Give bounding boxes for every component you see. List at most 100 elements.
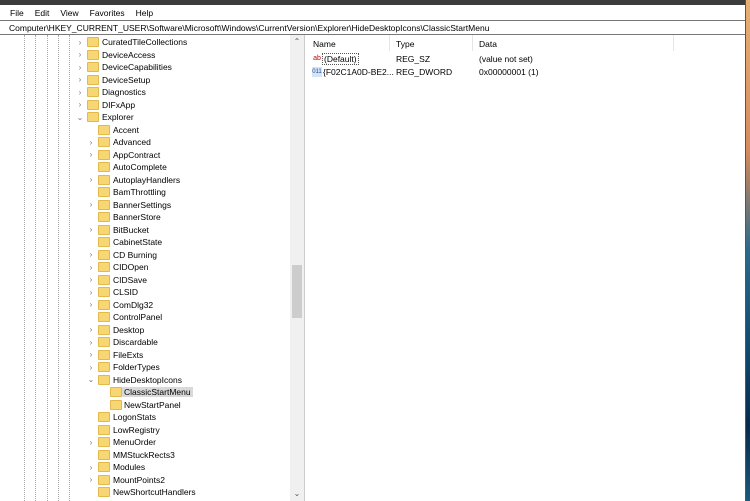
- chevron-right-icon[interactable]: ›: [76, 63, 84, 72]
- tree-item[interactable]: MMStuckRects3: [0, 449, 288, 462]
- chevron-down-icon[interactable]: ⌄: [76, 113, 84, 122]
- chevron-right-icon[interactable]: ›: [76, 38, 84, 47]
- tree-item[interactable]: › DIFxApp: [0, 99, 288, 112]
- tree-item[interactable]: AutoComplete: [0, 161, 288, 174]
- chevron-right-icon[interactable]: ›: [76, 75, 84, 84]
- tree-item-label: FileExts: [113, 349, 144, 360]
- tree-item[interactable]: › MenuOrder: [0, 436, 288, 449]
- tree-item[interactable]: › FileExts: [0, 349, 288, 362]
- value-row[interactable]: ab (Default) REG_SZ (value not set): [307, 53, 745, 66]
- tree-item-label: CuratedTileCollections: [102, 37, 188, 48]
- tree-item[interactable]: › FolderTypes: [0, 361, 288, 374]
- tree-item[interactable]: › CD Burning: [0, 249, 288, 262]
- tree-item[interactable]: BamThrottling: [0, 186, 288, 199]
- chevron-right-icon[interactable]: ›: [76, 50, 84, 59]
- tree-item[interactable]: LogonStats: [0, 411, 288, 424]
- folder-icon: [98, 324, 110, 335]
- chevron-right-icon[interactable]: ›: [87, 463, 95, 472]
- tree-item[interactable]: ControlPanel: [0, 311, 288, 324]
- registry-tree: › CuratedTileCollections › DeviceAccess › Dev…: [0, 35, 305, 501]
- tree-item[interactable]: › AutoplayHandlers: [0, 174, 288, 187]
- chevron-right-icon[interactable]: ›: [87, 300, 95, 309]
- column-header-data[interactable]: Data: [473, 35, 674, 51]
- scroll-up-button[interactable]: ⌃: [290, 37, 304, 49]
- chevron-right-icon[interactable]: ›: [87, 250, 95, 259]
- tree-item[interactable]: › MountPoints2: [0, 474, 288, 487]
- tree-item-label: ComDlg32: [113, 299, 154, 310]
- tree-item[interactable]: ClassicStartMenu: [0, 386, 288, 399]
- folder-icon: [98, 124, 110, 135]
- menu-bar: File Edit View Favorites Help: [0, 5, 745, 20]
- chevron-right-icon[interactable]: ›: [87, 200, 95, 209]
- folder-icon: [98, 462, 110, 473]
- folder-icon: [110, 399, 122, 410]
- chevron-right-icon[interactable]: ›: [87, 263, 95, 272]
- tree-item[interactable]: › CuratedTileCollections: [0, 36, 288, 49]
- tree-item[interactable]: BannerStore: [0, 211, 288, 224]
- menu-favorites[interactable]: Favorites: [90, 8, 125, 18]
- address-bar[interactable]: Computer\HKEY_CURRENT_USER\Software\Micr…: [0, 20, 745, 35]
- tree-item[interactable]: NewStartPanel: [0, 399, 288, 412]
- tree-item[interactable]: › CIDOpen: [0, 261, 288, 274]
- tree-item[interactable]: › DeviceSetup: [0, 74, 288, 87]
- folder-icon: [98, 299, 110, 310]
- chevron-right-icon[interactable]: ›: [76, 100, 84, 109]
- tree-item[interactable]: › Desktop: [0, 324, 288, 337]
- tree-item-label: AutoComplete: [113, 162, 167, 173]
- tree-item[interactable]: ⌄ Explorer: [0, 111, 288, 124]
- menu-view[interactable]: View: [60, 8, 78, 18]
- scroll-down-button[interactable]: ⌄: [290, 489, 304, 501]
- chevron-down-icon[interactable]: ⌄: [87, 375, 95, 384]
- folder-icon: [98, 187, 110, 198]
- tree-item[interactable]: Accent: [0, 124, 288, 137]
- tree-item[interactable]: › Modules: [0, 461, 288, 474]
- tree-item[interactable]: › ComDlg32: [0, 299, 288, 312]
- chevron-right-icon[interactable]: ›: [87, 325, 95, 334]
- tree-item[interactable]: › AppContract: [0, 149, 288, 162]
- chevron-right-icon[interactable]: ›: [87, 288, 95, 297]
- folder-icon: [87, 62, 99, 73]
- tree-item[interactable]: › BitBucket: [0, 224, 288, 237]
- chevron-right-icon[interactable]: ›: [87, 350, 95, 359]
- tree-item-label: AutoplayHandlers: [113, 174, 181, 185]
- string-value-icon: ab: [313, 55, 321, 62]
- folder-icon: [87, 87, 99, 98]
- folder-icon: [98, 174, 110, 185]
- chevron-right-icon[interactable]: ›: [87, 275, 95, 284]
- chevron-right-icon[interactable]: ›: [76, 88, 84, 97]
- tree-item[interactable]: NewShortcutHandlers: [0, 486, 288, 499]
- tree-item[interactable]: › Discardable: [0, 336, 288, 349]
- menu-help[interactable]: Help: [136, 8, 153, 18]
- chevron-right-icon[interactable]: ›: [87, 338, 95, 347]
- tree-item[interactable]: › DeviceCapabilities: [0, 61, 288, 74]
- chevron-right-icon[interactable]: ›: [87, 175, 95, 184]
- tree-item[interactable]: › CIDSave: [0, 274, 288, 287]
- window-border: [745, 0, 746, 501]
- scrollbar-thumb[interactable]: [292, 265, 302, 318]
- tree-item[interactable]: › DeviceAccess: [0, 49, 288, 62]
- menu-file[interactable]: File: [10, 8, 24, 18]
- folder-icon: [98, 274, 110, 285]
- chevron-right-icon[interactable]: ›: [87, 363, 95, 372]
- value-name: (Default): [322, 53, 359, 65]
- chevron-right-icon[interactable]: ›: [87, 225, 95, 234]
- tree-item[interactable]: ⌄ HideDesktopIcons: [0, 374, 288, 387]
- chevron-right-icon[interactable]: ›: [87, 475, 95, 484]
- tree-item[interactable]: › BannerSettings: [0, 199, 288, 212]
- tree-item[interactable]: › Advanced: [0, 136, 288, 149]
- chevron-right-icon[interactable]: ›: [87, 138, 95, 147]
- tree-item[interactable]: LowRegistry: [0, 424, 288, 437]
- column-header-type[interactable]: Type: [390, 35, 473, 51]
- folder-icon: [98, 437, 110, 448]
- tree-item[interactable]: › CLSID: [0, 286, 288, 299]
- menu-edit[interactable]: Edit: [35, 8, 50, 18]
- tree-item[interactable]: › Diagnostics: [0, 86, 288, 99]
- chevron-right-icon[interactable]: ›: [87, 438, 95, 447]
- value-name: {F02C1A0D-BE2...: [323, 67, 394, 77]
- chevron-right-icon[interactable]: ›: [87, 150, 95, 159]
- tree-item[interactable]: CabinetState: [0, 236, 288, 249]
- column-header-name[interactable]: Name: [307, 35, 390, 51]
- value-data: 0x00000001 (1): [479, 67, 539, 77]
- value-row[interactable]: 011 {F02C1A0D-BE2... REG_DWORD 0x0000000…: [307, 66, 745, 79]
- folder-icon: [110, 387, 122, 398]
